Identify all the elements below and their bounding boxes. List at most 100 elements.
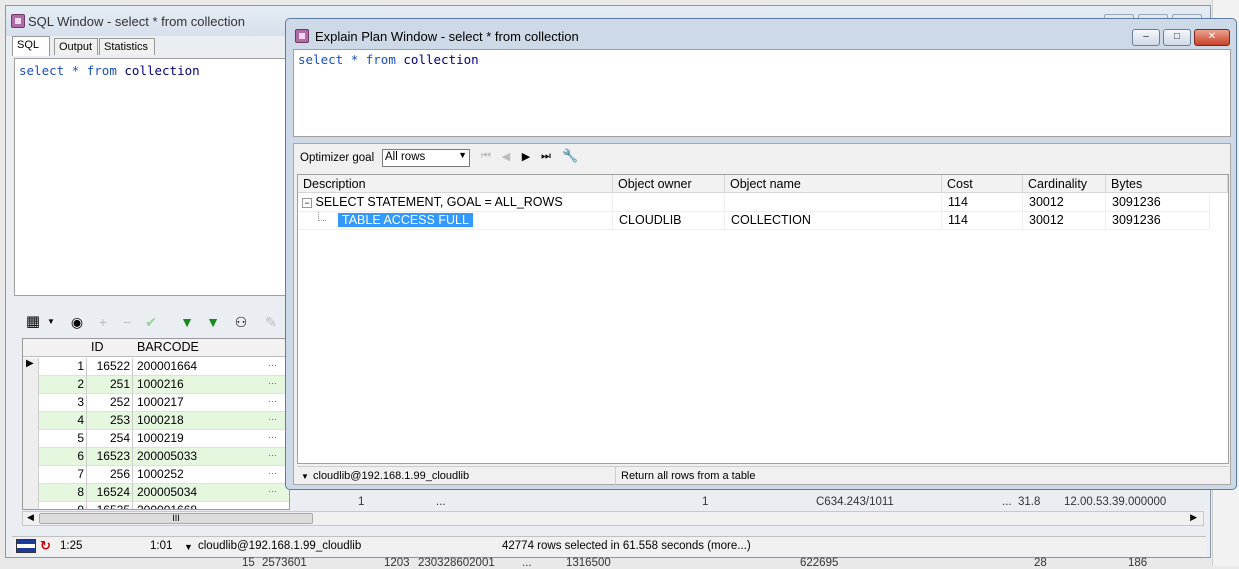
delete-row-icon[interactable]: − bbox=[118, 313, 136, 331]
row-indicator[interactable] bbox=[23, 376, 39, 394]
optimizer-goal-select[interactable]: All rows ▼ bbox=[382, 149, 470, 167]
column-header-description[interactable]: Description bbox=[298, 175, 613, 193]
explain-connection-label[interactable]: cloudlib@192.168.1.99_cloudlib bbox=[313, 470, 469, 482]
cell-editor-button[interactable]: … bbox=[268, 394, 277, 404]
row-indicator[interactable] bbox=[23, 466, 39, 484]
table-row[interactable]: 9 16525 200001668… bbox=[23, 502, 289, 509]
fetch-next-icon[interactable]: ▼ bbox=[178, 313, 196, 331]
previous-step-icon[interactable]: ◀ bbox=[498, 150, 514, 163]
row-indicator[interactable] bbox=[23, 394, 39, 412]
tab-statistics[interactable]: Statistics bbox=[99, 38, 155, 55]
id-cell[interactable]: 16522 bbox=[89, 358, 133, 376]
column-header-cost[interactable]: Cost bbox=[942, 175, 1023, 193]
grid-layout-icon[interactable]: ▦ bbox=[24, 313, 42, 331]
next-step-icon[interactable]: ▶ bbox=[518, 150, 534, 163]
scroll-thumb[interactable]: III bbox=[39, 513, 313, 524]
explain-sql-editor[interactable]: select * from collection bbox=[293, 49, 1231, 137]
row-indicator[interactable]: ▶ bbox=[23, 358, 39, 376]
cell-editor-button[interactable]: … bbox=[268, 484, 277, 494]
barcode-cell[interactable]: 1000218 bbox=[135, 412, 283, 430]
column-header-bytes[interactable]: Bytes bbox=[1106, 175, 1228, 193]
minimize-button[interactable]: – bbox=[1132, 29, 1160, 46]
collapse-icon[interactable]: − bbox=[302, 197, 312, 208]
sql-editor[interactable]: select * from collection bbox=[14, 58, 289, 296]
id-cell[interactable]: 16523 bbox=[89, 448, 133, 466]
barcode-cell[interactable]: 1000219 bbox=[135, 430, 283, 448]
row-indicator[interactable] bbox=[23, 484, 39, 502]
cell-editor-button[interactable]: … bbox=[268, 358, 277, 368]
scroll-right-icon[interactable]: ▶ bbox=[1190, 512, 1197, 523]
plan-grid[interactable]: Description Object owner Object name Cos… bbox=[297, 174, 1229, 464]
behind-cell: 230328602001 bbox=[418, 557, 495, 569]
behind-cell: C634.243/1011 bbox=[816, 496, 894, 508]
cell-editor-button[interactable]: … bbox=[268, 448, 277, 458]
refresh-icon[interactable]: ↻ bbox=[40, 538, 51, 554]
barcode-cell[interactable]: 1000252 bbox=[135, 466, 283, 484]
barcode-cell[interactable]: 1000216 bbox=[135, 376, 283, 394]
id-cell[interactable]: 16525 bbox=[89, 502, 133, 509]
tab-sql[interactable]: SQL bbox=[12, 36, 50, 56]
id-cell[interactable]: 254 bbox=[89, 430, 133, 448]
wrench-icon[interactable]: 🔧 bbox=[562, 148, 578, 164]
row-indicator[interactable] bbox=[23, 430, 39, 448]
tab-output[interactable]: Output bbox=[54, 38, 98, 55]
barcode-cell[interactable]: 200005033 bbox=[135, 448, 283, 466]
barcode-cell[interactable]: 200001668 bbox=[135, 502, 283, 509]
post-changes-icon[interactable]: ✔ bbox=[142, 313, 160, 331]
add-row-icon[interactable]: + bbox=[94, 313, 112, 331]
chevron-down-icon[interactable]: ▼ bbox=[42, 313, 60, 331]
connection-label[interactable]: cloudlib@192.168.1.99_cloudlib bbox=[198, 540, 361, 552]
scroll-left-icon[interactable]: ◀ bbox=[27, 512, 34, 523]
find-binoculars-icon[interactable]: ⚇ bbox=[232, 313, 250, 331]
table-row[interactable]: 5 254 1000219… bbox=[23, 430, 289, 448]
behind-cell: ... bbox=[436, 496, 446, 508]
barcode-cell[interactable]: 200001664 bbox=[135, 358, 283, 376]
row-indicator[interactable] bbox=[23, 448, 39, 466]
id-cell[interactable]: 251 bbox=[89, 376, 133, 394]
row-indicator[interactable] bbox=[23, 412, 39, 430]
first-step-icon[interactable]: ⏮ bbox=[478, 150, 494, 163]
column-header-barcode[interactable]: BARCODE bbox=[137, 339, 277, 357]
connection-dropdown-icon[interactable]: ▼ bbox=[184, 542, 193, 552]
plan-row-table-access[interactable]: TABLE ACCESS FULL CLOUDLIB COLLECTION 11… bbox=[298, 212, 1210, 230]
explain-titlebar[interactable]: Explain Plan Window - select * from coll… bbox=[286, 19, 1236, 49]
table-row[interactable]: 8 16524 200005034… bbox=[23, 484, 289, 502]
id-cell[interactable]: 256 bbox=[89, 466, 133, 484]
table-row[interactable]: 3 252 1000217… bbox=[23, 394, 289, 412]
clear-icon[interactable]: ✎ bbox=[262, 313, 280, 331]
status-message[interactable]: 42774 rows selected in 61.558 seconds (m… bbox=[502, 540, 751, 552]
cell-editor-button[interactable]: … bbox=[268, 502, 277, 509]
table-row[interactable]: 4 253 1000218… bbox=[23, 412, 289, 430]
column-header-id[interactable]: ID bbox=[91, 339, 131, 357]
barcode-cell[interactable]: 1000217 bbox=[135, 394, 283, 412]
table-row[interactable]: 2 251 1000216… bbox=[23, 376, 289, 394]
cell-editor-button[interactable]: … bbox=[268, 376, 277, 386]
column-header-cardinality[interactable]: Cardinality bbox=[1023, 175, 1106, 193]
id-cell[interactable]: 16524 bbox=[89, 484, 133, 502]
cell-editor-button[interactable]: … bbox=[268, 412, 277, 422]
id-cell[interactable]: 253 bbox=[89, 412, 133, 430]
fetch-last-icon[interactable]: ▼ bbox=[204, 313, 222, 331]
connection-dropdown-icon[interactable]: ▼ bbox=[301, 472, 309, 481]
column-header-object-name[interactable]: Object name bbox=[725, 175, 942, 193]
barcode-cell[interactable]: 200005034 bbox=[135, 484, 283, 502]
close-button[interactable]: ✕ bbox=[1194, 29, 1230, 46]
plan-row-select-statement[interactable]: − SELECT STATEMENT, GOAL = ALL_ROWS 114 … bbox=[298, 194, 1210, 212]
maximize-button[interactable]: □ bbox=[1163, 29, 1191, 46]
row-indicator[interactable] bbox=[23, 502, 39, 509]
cell-editor-button[interactable]: … bbox=[268, 466, 277, 476]
cell-editor-button[interactable]: … bbox=[268, 430, 277, 440]
behind-cell: 1203 bbox=[384, 557, 410, 569]
table-row[interactable]: 6 16523 200005033… bbox=[23, 448, 289, 466]
last-step-icon[interactable]: ⏭ bbox=[538, 150, 554, 163]
horizontal-scrollbar[interactable]: ◀ III ▶ bbox=[22, 511, 1204, 526]
row-number: 2 bbox=[39, 376, 87, 394]
plan-name-cell bbox=[725, 194, 942, 212]
behind-cell: 12.00.53.39.000000 bbox=[1064, 496, 1167, 508]
table-row[interactable]: ▶ 1 16522 200001664… bbox=[23, 358, 289, 376]
column-header-object-owner[interactable]: Object owner bbox=[613, 175, 725, 193]
lock-icon[interactable]: ◉ bbox=[68, 313, 86, 331]
table-row[interactable]: 7 256 1000252… bbox=[23, 466, 289, 484]
result-grid[interactable]: ID BARCODE B ▶116522200001664…2251100021… bbox=[22, 338, 290, 510]
id-cell[interactable]: 252 bbox=[89, 394, 133, 412]
